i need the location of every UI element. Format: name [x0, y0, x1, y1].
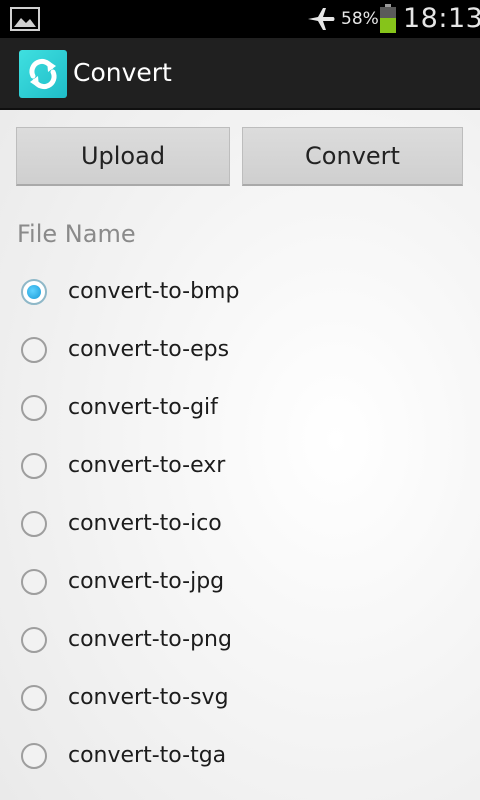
- radio-option-eps[interactable]: convert-to-eps: [0, 322, 480, 380]
- radio-option-png[interactable]: convert-to-png: [0, 612, 480, 670]
- radio-button[interactable]: [21, 627, 47, 653]
- radio-label: convert-to-jpg: [68, 569, 225, 594]
- radio-button[interactable]: [21, 395, 47, 421]
- radio-label: convert-to-gif: [68, 395, 218, 420]
- clock: 18:13: [403, 3, 480, 34]
- picture-icon: [10, 7, 40, 35]
- action-bar: Convert: [0, 38, 480, 110]
- radio-label: convert-to-tga: [68, 743, 227, 768]
- radio-option-ico[interactable]: convert-to-ico: [0, 496, 480, 554]
- radio-button[interactable]: [21, 453, 47, 479]
- radio-option-bmp[interactable]: convert-to-bmp: [0, 264, 480, 322]
- refresh-icon: [29, 58, 57, 90]
- radio-button[interactable]: [21, 511, 47, 537]
- radio-option-svg[interactable]: convert-to-svg: [0, 670, 480, 728]
- radio-button[interactable]: [21, 337, 47, 363]
- battery-icon: [379, 4, 397, 38]
- airplane-mode-icon: [306, 6, 336, 36]
- radio-label: convert-to-exr: [68, 453, 226, 478]
- radio-button[interactable]: [21, 279, 47, 305]
- radio-label: convert-to-svg: [68, 685, 229, 710]
- upload-button[interactable]: Upload: [16, 127, 230, 186]
- radio-option-jpg[interactable]: convert-to-jpg: [0, 554, 480, 612]
- radio-option-exr[interactable]: convert-to-exr: [0, 438, 480, 496]
- radio-label: convert-to-png: [68, 627, 232, 652]
- radio-label: convert-to-bmp: [68, 279, 240, 304]
- radio-button[interactable]: [21, 743, 47, 769]
- radio-option-gif[interactable]: convert-to-gif: [0, 380, 480, 438]
- file-name-heading: File Name: [17, 220, 136, 248]
- app-title: Convert: [73, 58, 172, 87]
- file-type-radio-group: convert-to-bmp convert-to-eps convert-to…: [0, 264, 480, 786]
- radio-button[interactable]: [21, 569, 47, 595]
- radio-option-tga[interactable]: convert-to-tga: [0, 728, 480, 786]
- status-bar: 58% 18:13: [0, 0, 480, 38]
- radio-label: convert-to-eps: [68, 337, 230, 362]
- convert-button[interactable]: Convert: [242, 127, 463, 186]
- radio-label: convert-to-ico: [68, 511, 222, 536]
- battery-percent: 58%: [341, 9, 379, 29]
- radio-button[interactable]: [21, 685, 47, 711]
- app-icon[interactable]: [19, 50, 67, 98]
